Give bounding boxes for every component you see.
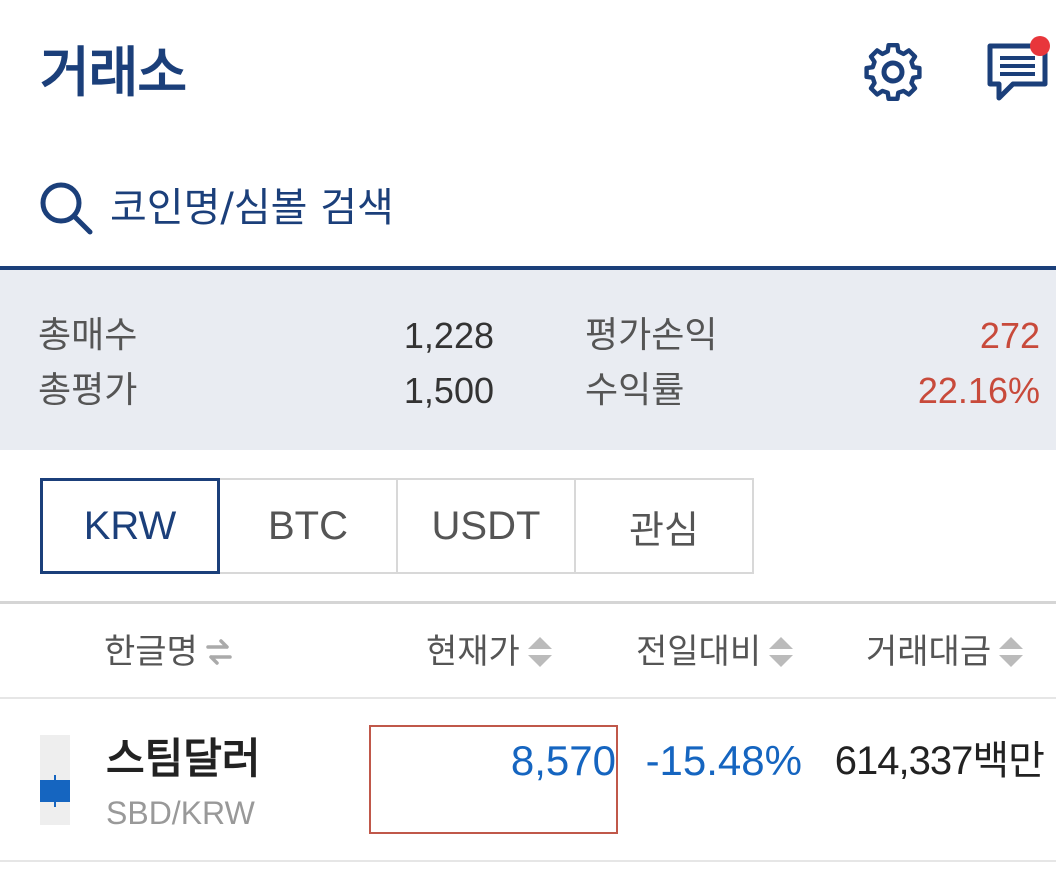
mini-candle-icon — [40, 780, 70, 802]
column-change-header[interactable]: 전일대비 — [636, 628, 795, 676]
swap-icon — [206, 639, 232, 665]
page-title: 거래소 — [40, 41, 187, 104]
notification-dot — [1030, 36, 1050, 56]
market-tabs: KRW BTC USDT 관심 — [40, 478, 754, 574]
pnl-label: 평가손익 — [585, 315, 718, 356]
sort-icon — [769, 637, 794, 667]
column-change-label: 전일대비 — [636, 632, 762, 672]
trade-volume: 614,337백만 — [834, 739, 1045, 783]
gear-icon[interactable] — [858, 40, 928, 104]
total-eval-label: 총평가 — [38, 370, 138, 411]
app-header: 거래소 — [0, 0, 1056, 150]
column-name-label: 한글명 — [104, 632, 198, 672]
portfolio-summary: 총매수 1,228 총평가 1,500 평가손익 272 수익률 22.16% — [0, 270, 1056, 450]
sort-icon — [999, 637, 1024, 667]
column-price-label: 현재가 — [426, 632, 520, 672]
total-buy-value: 1,228 — [403, 315, 494, 356]
total-buy-label: 총매수 — [38, 315, 138, 356]
search-icon[interactable] — [38, 180, 94, 236]
column-volume-label: 거래대금 — [866, 632, 992, 672]
pnl-value: 272 — [979, 315, 1040, 356]
tab-usdt[interactable]: USDT — [396, 478, 576, 574]
tab-krw[interactable]: KRW — [40, 478, 220, 574]
current-price: 8,570 — [510, 737, 616, 784]
return-value: 22.16% — [917, 370, 1040, 411]
coin-name: 스팀달러 — [106, 734, 261, 783]
sort-icon — [527, 637, 552, 667]
price-change: -15.48% — [645, 737, 802, 784]
column-name-header[interactable]: 한글명 — [104, 628, 234, 676]
column-price-header[interactable]: 현재가 — [426, 628, 554, 676]
row-divider — [0, 860, 1056, 862]
column-volume-header[interactable]: 거래대금 — [866, 628, 1025, 676]
tab-btc[interactable]: BTC — [218, 478, 398, 574]
coin-symbol: SBD/KRW — [106, 795, 255, 831]
return-label: 수익률 — [585, 370, 685, 411]
total-eval-value: 1,500 — [403, 370, 494, 411]
tab-favorites[interactable]: 관심 — [574, 478, 754, 574]
search-input[interactable] — [110, 178, 810, 238]
